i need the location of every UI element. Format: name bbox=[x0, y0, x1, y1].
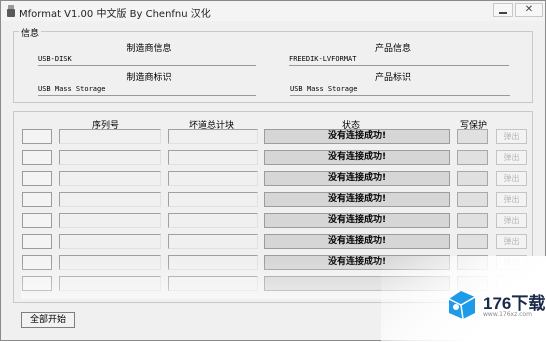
minimize-button[interactable] bbox=[493, 3, 513, 17]
eject-button[interactable]: 弹出 bbox=[496, 192, 527, 207]
usb-drive-icon bbox=[7, 5, 15, 17]
manufacturer-info-field: USB-DISK bbox=[38, 54, 256, 66]
port-select-button[interactable] bbox=[22, 150, 52, 165]
serial-number-field bbox=[59, 192, 161, 207]
eject-button[interactable]: 弹出 bbox=[496, 213, 527, 228]
write-protect-field bbox=[457, 234, 488, 249]
manufacturer-id-field: USB Mass Storage bbox=[38, 84, 256, 96]
bad-blocks-field bbox=[168, 171, 258, 186]
eject-button[interactable]: 弹出 bbox=[496, 150, 527, 165]
manufacturer-info-label: 制造商信息 bbox=[126, 44, 172, 54]
title-bar[interactable]: Mformat V1.00 中文版 By Chenfnu 汉化 ✕ bbox=[1, 1, 545, 21]
serial-number-field bbox=[59, 171, 161, 186]
write-protect-field bbox=[457, 171, 488, 186]
eject-button[interactable]: 弹出 bbox=[496, 171, 527, 186]
port-select-button[interactable] bbox=[22, 129, 52, 144]
watermark-logo-icon bbox=[448, 291, 476, 320]
write-protect-field bbox=[457, 192, 488, 207]
window-title: Mformat V1.00 中文版 By Chenfnu 汉化 bbox=[19, 9, 211, 20]
bad-blocks-field bbox=[168, 150, 258, 165]
port-select-button[interactable] bbox=[22, 171, 52, 186]
status-field: 没有连接成功! bbox=[264, 171, 450, 186]
status-field: 没有连接成功! bbox=[264, 234, 450, 249]
product-info-label: 产品信息 bbox=[374, 44, 411, 54]
status-field: 没有连接成功! bbox=[264, 129, 450, 144]
bad-blocks-field bbox=[168, 129, 258, 144]
eject-button[interactable]: 弹出 bbox=[496, 234, 527, 249]
product-id-label: 产品标识 bbox=[374, 73, 411, 83]
close-button[interactable]: ✕ bbox=[515, 3, 543, 17]
product-id-field: USB Mass Storage bbox=[290, 84, 510, 96]
eject-button[interactable]: 弹出 bbox=[496, 129, 527, 144]
serial-number-field bbox=[59, 213, 161, 228]
serial-number-field bbox=[59, 150, 161, 165]
port-select-button[interactable] bbox=[22, 234, 52, 249]
app-window: Mformat V1.00 中文版 By Chenfnu 汉化 ✕ 信息 制造商… bbox=[0, 0, 546, 342]
bad-blocks-field bbox=[168, 234, 258, 249]
bad-blocks-field bbox=[168, 213, 258, 228]
serial-number-field bbox=[59, 234, 161, 249]
serial-number-field bbox=[59, 129, 161, 144]
manufacturer-id-label: 制造商标识 bbox=[126, 73, 172, 83]
port-select-button[interactable] bbox=[22, 192, 52, 207]
status-field: 没有连接成功! bbox=[264, 213, 450, 228]
info-group-label: 信息 bbox=[19, 26, 42, 39]
write-protect-field bbox=[457, 129, 488, 144]
status-field: 没有连接成功! bbox=[264, 192, 450, 207]
product-info-field: FREEDIK-LVFORMAT bbox=[289, 54, 509, 66]
bad-blocks-field bbox=[168, 192, 258, 207]
start-all-button[interactable]: 全部开始 bbox=[21, 312, 75, 328]
watermark-url: www.176xz.com bbox=[483, 311, 532, 318]
write-protect-field bbox=[457, 213, 488, 228]
port-select-button[interactable] bbox=[22, 213, 52, 228]
status-field: 没有连接成功! bbox=[264, 150, 450, 165]
write-protect-field bbox=[457, 150, 488, 165]
